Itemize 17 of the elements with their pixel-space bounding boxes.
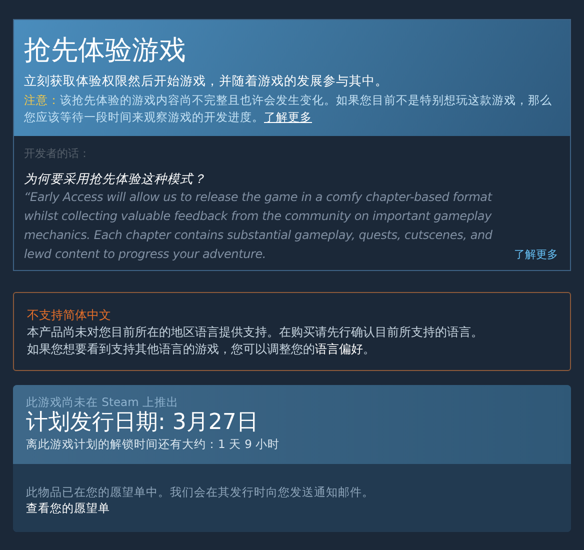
developer-label: 开发者的话： (24, 146, 91, 162)
wishlist-link[interactable]: 查看您的愿望单 (26, 500, 110, 516)
notice-text: 如果您想要看到支持其他语言的游戏，您可以调整您的语言偏好。 (27, 341, 376, 358)
wishlist-text: 此物品已在您的愿望单中。我们会在其发行时向您发送通知邮件。 (26, 484, 375, 500)
notice-text: 注意：该抢先体验的游戏内容尚不完整且也许会发生变化。如果您目前不是特别想玩这款游戏，那么您应该等待一段时间来观察游戏的开发进度。了解更多 (24, 92, 553, 126)
developer-quote: “Early Access will allow us to release the game in a comfy chapter-based format whilst collecting valuable feedback from the community on important gameplay mechanics. Each chapter contains substantial gameplay, quests, cutscenes, and lewd content to progress your adventure. (24, 189, 494, 263)
release-date: 计划发行日期: 3月27日 (26, 410, 260, 436)
status-text: 此游戏尚未在 Steam 上推出 (26, 394, 180, 410)
question-heading: 为何要采用抢先体验这种模式？ (24, 170, 207, 188)
section-title: 抢先体验游戏 (24, 34, 187, 68)
subtitle: 立刻获取体验权限然后开始游戏，并随着游戏的发展参与其中。 (24, 72, 389, 90)
learn-more-link[interactable]: 了解更多 (264, 110, 312, 124)
notice-text: 本产品尚未对您目前所在的地区语言提供支持。在购买请先行确认目前所支持的语言。 (27, 324, 484, 341)
read-more-link[interactable]: 了解更多 (514, 246, 558, 264)
language-preferences-link[interactable]: 语言偏好 (315, 342, 363, 356)
countdown-text: 离此游戏计划的解锁时间还有大约：1 天 9 小时 (26, 436, 281, 452)
notice-title: 不支持简体中文 (27, 307, 112, 324)
